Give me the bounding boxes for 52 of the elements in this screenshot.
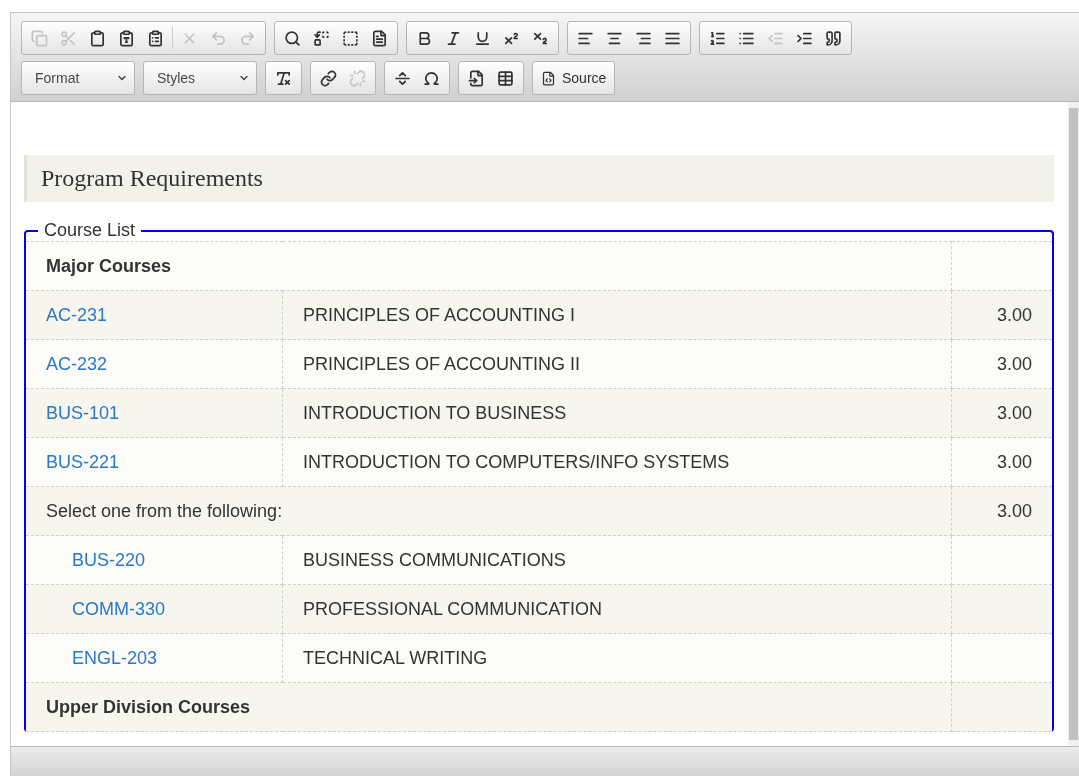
table-cell: INTRODUCTION TO COMPUTERS/INFO SYSTEMS bbox=[303, 451, 730, 472]
table-cell: PRINCIPLES OF ACCOUNTING II bbox=[303, 353, 581, 374]
insert-frame-icon bbox=[468, 69, 485, 87]
credits-cell-text: 3.00 bbox=[995, 402, 1032, 424]
table-cell: PROFESSIONAL COMMUNICATION bbox=[303, 598, 603, 619]
course-link[interactable]: AC-232 bbox=[46, 353, 108, 374]
credits-cell-text: 3.00 bbox=[995, 451, 1032, 473]
section-heading: Program Requirements bbox=[24, 155, 1054, 202]
clipboard-text-icon bbox=[118, 29, 135, 47]
scrollbar[interactable] bbox=[1068, 102, 1079, 746]
dropdown-button[interactable]: Format bbox=[21, 61, 135, 95]
clipboard-icon bbox=[89, 29, 106, 47]
legend: Course List bbox=[38, 220, 142, 241]
redo-icon bbox=[239, 29, 256, 47]
search-icon bbox=[284, 29, 301, 47]
table-icon bbox=[497, 69, 514, 87]
table-cell: Major Courses bbox=[46, 255, 172, 276]
clear-format-icon bbox=[275, 69, 292, 87]
numbered-list-icon bbox=[709, 29, 726, 47]
clipboard-list-icon bbox=[147, 29, 164, 47]
copy-icon bbox=[31, 29, 48, 47]
table-cell: Select one from the following: bbox=[46, 500, 283, 521]
scissors-icon bbox=[60, 29, 77, 47]
table-cell: BUSINESS COMMUNICATIONS bbox=[303, 549, 566, 570]
italic-icon bbox=[445, 29, 462, 47]
dropdown-button[interactable]: Styles bbox=[143, 61, 257, 95]
link-icon bbox=[320, 69, 337, 87]
table-cell: Upper Division Courses bbox=[46, 696, 251, 717]
table-cell: INTRODUCTION TO BUSINESS bbox=[303, 402, 567, 423]
credits-cell-text: 3.00 bbox=[995, 304, 1032, 326]
table-cell: PRINCIPLES OF ACCOUNTING I bbox=[303, 304, 576, 325]
code-file-icon bbox=[541, 70, 556, 86]
quote-icon bbox=[825, 29, 842, 47]
underline-icon bbox=[474, 29, 491, 47]
bold-icon bbox=[416, 29, 433, 47]
source-button[interactable]: Source bbox=[532, 61, 616, 95]
replace-icon bbox=[313, 29, 330, 47]
credits-cell-text: 3.00 bbox=[995, 500, 1032, 522]
horizontal-line-icon bbox=[394, 69, 411, 87]
course-link[interactable]: COMM-330 bbox=[46, 598, 165, 619]
course-link[interactable]: BUS-221 bbox=[46, 451, 120, 472]
table-cell: TECHNICAL WRITING bbox=[303, 647, 488, 668]
course-link[interactable]: BUS-220 bbox=[46, 549, 146, 570]
undo-icon bbox=[210, 29, 227, 47]
omega-icon bbox=[423, 69, 440, 87]
credits-cell-text: 3.00 bbox=[995, 353, 1032, 375]
document-icon bbox=[371, 29, 388, 47]
dashed-square-icon bbox=[342, 29, 359, 47]
unlink-icon bbox=[349, 69, 366, 87]
course-link[interactable]: ENGL-203 bbox=[46, 647, 158, 668]
course-link[interactable]: AC-231 bbox=[46, 304, 108, 325]
course-link[interactable]: BUS-101 bbox=[46, 402, 120, 423]
